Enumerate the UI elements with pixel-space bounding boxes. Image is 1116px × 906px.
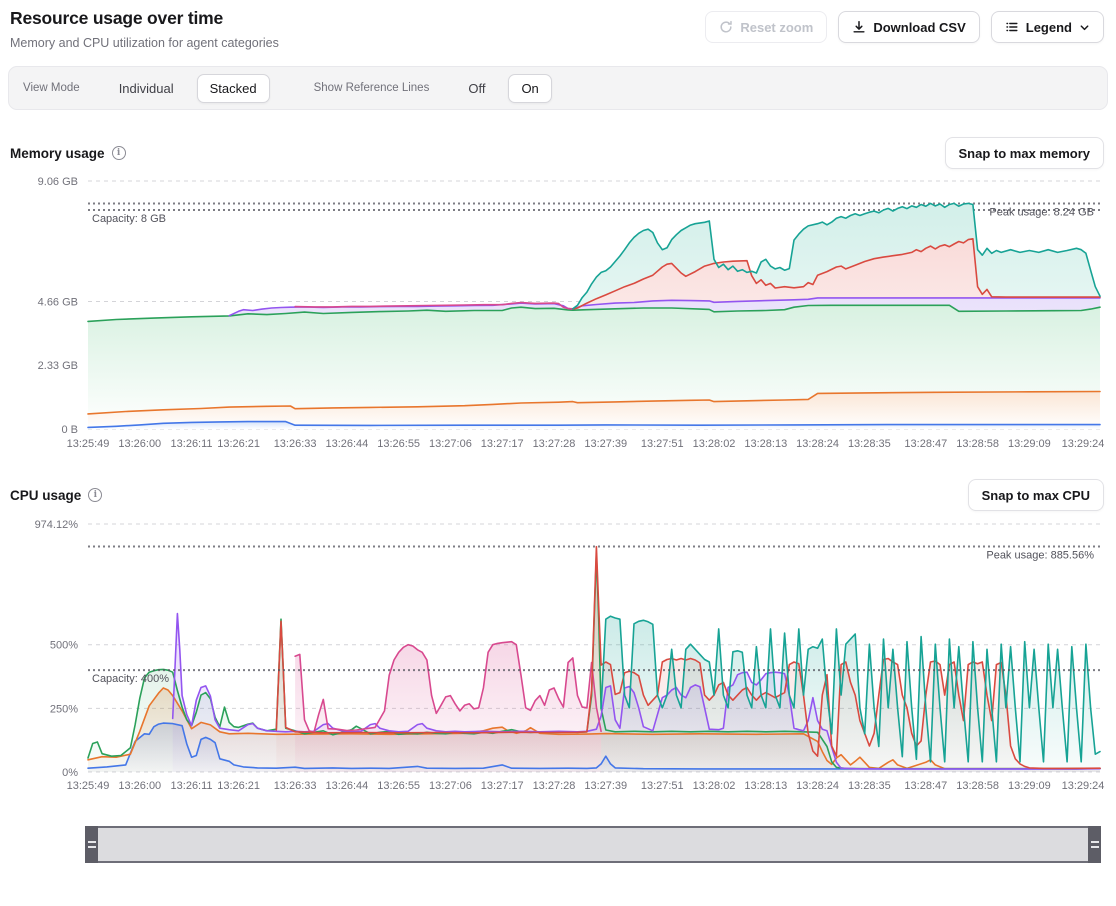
svg-text:13:26:00: 13:26:00 (118, 780, 161, 792)
svg-text:13:26:33: 13:26:33 (274, 780, 317, 792)
cpu-section-head: CPU usage i Snap to max CPU (10, 478, 1104, 512)
reference-lines-on[interactable]: On (508, 74, 551, 103)
svg-text:13:27:06: 13:27:06 (429, 438, 472, 450)
svg-text:Peak usage: 8.24 GB: Peak usage: 8.24 GB (989, 206, 1094, 218)
svg-text:13:28:02: 13:28:02 (693, 780, 736, 792)
view-mode-label: View Mode (23, 82, 80, 94)
download-icon (852, 20, 866, 34)
svg-text:13:29:09: 13:29:09 (1008, 780, 1051, 792)
svg-text:974.12%: 974.12% (35, 519, 79, 531)
svg-text:13:28:35: 13:28:35 (848, 438, 891, 450)
svg-text:13:26:55: 13:26:55 (377, 780, 420, 792)
svg-text:13:27:51: 13:27:51 (641, 780, 684, 792)
header-text: Resource usage over time Memory and CPU … (10, 8, 279, 50)
svg-text:500%: 500% (50, 640, 78, 652)
snap-to-max-cpu-button[interactable]: Snap to max CPU (968, 479, 1104, 511)
svg-text:13:28:13: 13:28:13 (744, 438, 787, 450)
svg-text:0 B: 0 B (61, 424, 78, 436)
svg-text:13:28:35: 13:28:35 (848, 780, 891, 792)
svg-text:Capacity: 400%: Capacity: 400% (92, 673, 169, 685)
svg-text:13:26:55: 13:26:55 (377, 438, 420, 450)
svg-text:13:26:21: 13:26:21 (217, 780, 260, 792)
chart-controls-bar: View Mode Individual Stacked Show Refere… (8, 66, 1108, 110)
svg-text:2.33 GB: 2.33 GB (38, 360, 78, 372)
time-range-brush[interactable] (85, 826, 1101, 863)
svg-text:13:26:33: 13:26:33 (274, 438, 317, 450)
svg-text:13:27:28: 13:27:28 (533, 780, 576, 792)
download-csv-button[interactable]: Download CSV (838, 11, 979, 43)
svg-text:13:27:39: 13:27:39 (584, 438, 627, 450)
reference-lines-label: Show Reference Lines (314, 82, 430, 94)
brush-handle-right[interactable] (1088, 826, 1101, 863)
svg-text:13:27:06: 13:27:06 (429, 780, 472, 792)
download-csv-label: Download CSV (873, 20, 965, 35)
svg-text:13:28:47: 13:28:47 (904, 780, 947, 792)
svg-text:13:28:02: 13:28:02 (693, 438, 736, 450)
svg-text:13:26:00: 13:26:00 (118, 438, 161, 450)
svg-text:13:27:39: 13:27:39 (584, 780, 627, 792)
svg-text:9.06 GB: 9.06 GB (38, 176, 78, 188)
page-header: Resource usage over time Memory and CPU … (0, 0, 1116, 50)
view-mode-stacked[interactable]: Stacked (197, 74, 270, 103)
svg-text:4.66 GB: 4.66 GB (38, 296, 78, 308)
reset-zoom-button[interactable]: Reset zoom (705, 11, 827, 43)
svg-text:13:27:51: 13:27:51 (641, 438, 684, 450)
info-icon[interactable]: i (112, 146, 126, 160)
svg-text:13:27:17: 13:27:17 (481, 780, 524, 792)
chevron-down-icon (1079, 22, 1090, 33)
svg-text:13:27:17: 13:27:17 (481, 438, 524, 450)
dashboard-page: Resource usage over time Memory and CPU … (0, 0, 1116, 863)
page-subtitle: Memory and CPU utilization for agent cat… (10, 36, 279, 50)
svg-text:13:25:49: 13:25:49 (67, 438, 110, 450)
svg-text:Capacity: 8 GB: Capacity: 8 GB (92, 213, 166, 225)
svg-text:13:26:44: 13:26:44 (325, 780, 368, 792)
header-actions: Reset zoom Download CSV Legend (705, 8, 1104, 43)
svg-text:13:28:58: 13:28:58 (956, 780, 999, 792)
svg-text:13:28:13: 13:28:13 (744, 780, 787, 792)
snap-to-max-memory-button[interactable]: Snap to max memory (945, 137, 1105, 169)
refresh-icon (719, 20, 733, 34)
legend-button[interactable]: Legend (991, 11, 1104, 43)
reference-lines-off[interactable]: Off (455, 74, 498, 103)
svg-text:Peak usage: 885.56%: Peak usage: 885.56% (986, 550, 1094, 562)
info-icon[interactable]: i (88, 488, 102, 502)
svg-text:13:28:24: 13:28:24 (796, 438, 839, 450)
svg-text:13:28:47: 13:28:47 (904, 438, 947, 450)
cpu-section-title: CPU usage (10, 488, 81, 503)
svg-text:13:29:24: 13:29:24 (1062, 780, 1105, 792)
svg-text:250%: 250% (50, 703, 78, 715)
svg-text:13:28:58: 13:28:58 (956, 438, 999, 450)
svg-text:13:29:24: 13:29:24 (1062, 438, 1105, 450)
reset-zoom-label: Reset zoom (740, 20, 813, 35)
svg-text:13:29:09: 13:29:09 (1008, 438, 1051, 450)
legend-label: Legend (1026, 20, 1072, 35)
cpu-usage-chart[interactable]: 974.12% 500% 250% 0% Capacity: 400% Peak usag… (0, 512, 1116, 802)
svg-text:13:27:28: 13:27:28 (533, 438, 576, 450)
svg-text:13:26:21: 13:26:21 (217, 438, 260, 450)
svg-text:13:25:49: 13:25:49 (67, 780, 110, 792)
memory-section-title: Memory usage (10, 146, 105, 161)
svg-text:13:26:11: 13:26:11 (171, 780, 213, 792)
page-title: Resource usage over time (10, 8, 279, 29)
memory-usage-chart[interactable]: 9.06 GB 4.66 GB 2.33 GB 0 B Capacity: 8 GB Pe… (0, 170, 1116, 460)
svg-text:0%: 0% (62, 767, 78, 779)
brush-handle-left[interactable] (85, 826, 98, 863)
svg-text:13:26:11: 13:26:11 (171, 438, 213, 450)
list-icon (1005, 20, 1019, 34)
svg-text:13:28:24: 13:28:24 (796, 780, 839, 792)
svg-text:13:26:44: 13:26:44 (325, 438, 368, 450)
view-mode-individual[interactable]: Individual (106, 74, 187, 103)
memory-section-head: Memory usage i Snap to max memory (10, 136, 1104, 170)
